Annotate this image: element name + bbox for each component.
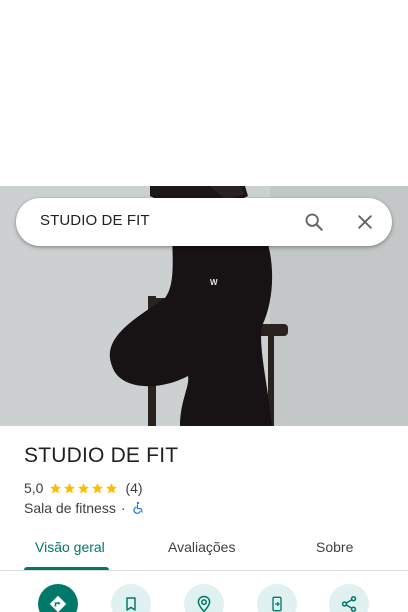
category-row: Sala de fitness · [24, 499, 145, 517]
nearby-button[interactable] [184, 584, 224, 612]
tab-overview[interactable]: Visão geral [35, 539, 105, 555]
send-to-phone-icon [272, 596, 282, 612]
tab-about[interactable]: Sobre [316, 539, 353, 555]
save-button[interactable] [111, 584, 151, 612]
active-tab-indicator [24, 567, 109, 570]
search-icon [305, 213, 323, 231]
tab-reviews[interactable]: Avaliações [168, 539, 235, 555]
search-bar[interactable]: STUDIO DE FIT [16, 198, 392, 246]
blank-header-area [0, 0, 408, 186]
separator-dot: · [120, 500, 126, 516]
review-count[interactable]: (4) [125, 480, 142, 496]
place-name: STUDIO DE FIT [24, 444, 179, 467]
star-icon [78, 482, 90, 493]
wheelchair-accessible-icon [132, 501, 143, 514]
search-button[interactable] [294, 202, 334, 242]
share-icon [341, 596, 357, 612]
directions-button[interactable] [38, 584, 78, 612]
svg-text:W: W [210, 278, 218, 287]
star-rating [49, 482, 119, 495]
bookmark-icon [126, 597, 136, 611]
star-icon [50, 482, 62, 493]
place-category: Sala de fitness [24, 500, 116, 516]
close-icon [358, 215, 372, 229]
rating-row[interactable]: 5,0 (4) [24, 479, 143, 497]
star-icon [106, 482, 118, 493]
place-tabs: Visão geral Avaliações Sobre [0, 527, 408, 571]
close-button[interactable] [345, 202, 385, 242]
star-icon [92, 482, 104, 493]
nearby-icon [197, 595, 211, 612]
share-button[interactable] [329, 584, 369, 612]
directions-icon [49, 595, 67, 612]
send-to-phone-button[interactable] [257, 584, 297, 612]
rating-value: 5,0 [24, 480, 44, 496]
star-icon [64, 482, 76, 493]
search-input[interactable]: STUDIO DE FIT [40, 212, 150, 229]
action-buttons [0, 584, 408, 612]
